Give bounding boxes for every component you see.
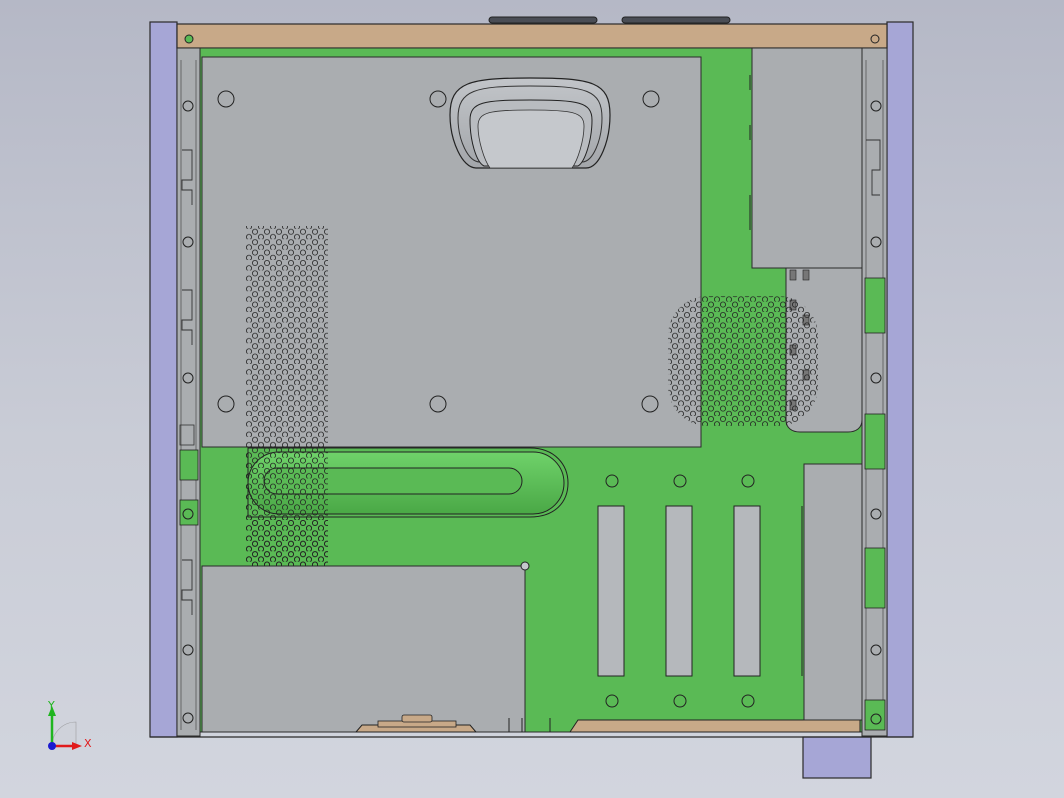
carry-handle[interactable] <box>449 77 611 169</box>
rail-screw-left <box>184 34 194 44</box>
expansion-slot-1[interactable] <box>597 505 625 677</box>
vent-perforation-right <box>668 296 818 426</box>
axis-label-x: X <box>84 737 92 750</box>
top-vent-right <box>621 16 731 24</box>
psu-plate[interactable] <box>201 561 530 733</box>
cad-graphics-area[interactable]: Y X <box>0 0 1064 798</box>
top-rail[interactable] <box>176 23 888 49</box>
rail-screw-right <box>870 34 880 44</box>
expansion-slot-2[interactable] <box>665 505 693 677</box>
vent-perforation-left-lower <box>246 446 328 566</box>
bottom-tab[interactable] <box>802 736 872 779</box>
upper-right-bay[interactable] <box>751 47 863 269</box>
expansion-slot-3[interactable] <box>733 505 761 677</box>
left-mounting-rail[interactable] <box>176 47 201 737</box>
right-mounting-rail[interactable] <box>861 47 888 737</box>
case-foot-right <box>569 719 861 733</box>
model-view[interactable] <box>0 0 1064 798</box>
axis-label-y: Y <box>48 699 55 712</box>
top-vent-left <box>488 16 598 24</box>
coordinate-axes-icon <box>48 706 82 750</box>
right-side-panel[interactable] <box>886 21 914 738</box>
left-side-panel[interactable] <box>149 21 178 738</box>
lower-right-bay[interactable] <box>803 463 863 721</box>
